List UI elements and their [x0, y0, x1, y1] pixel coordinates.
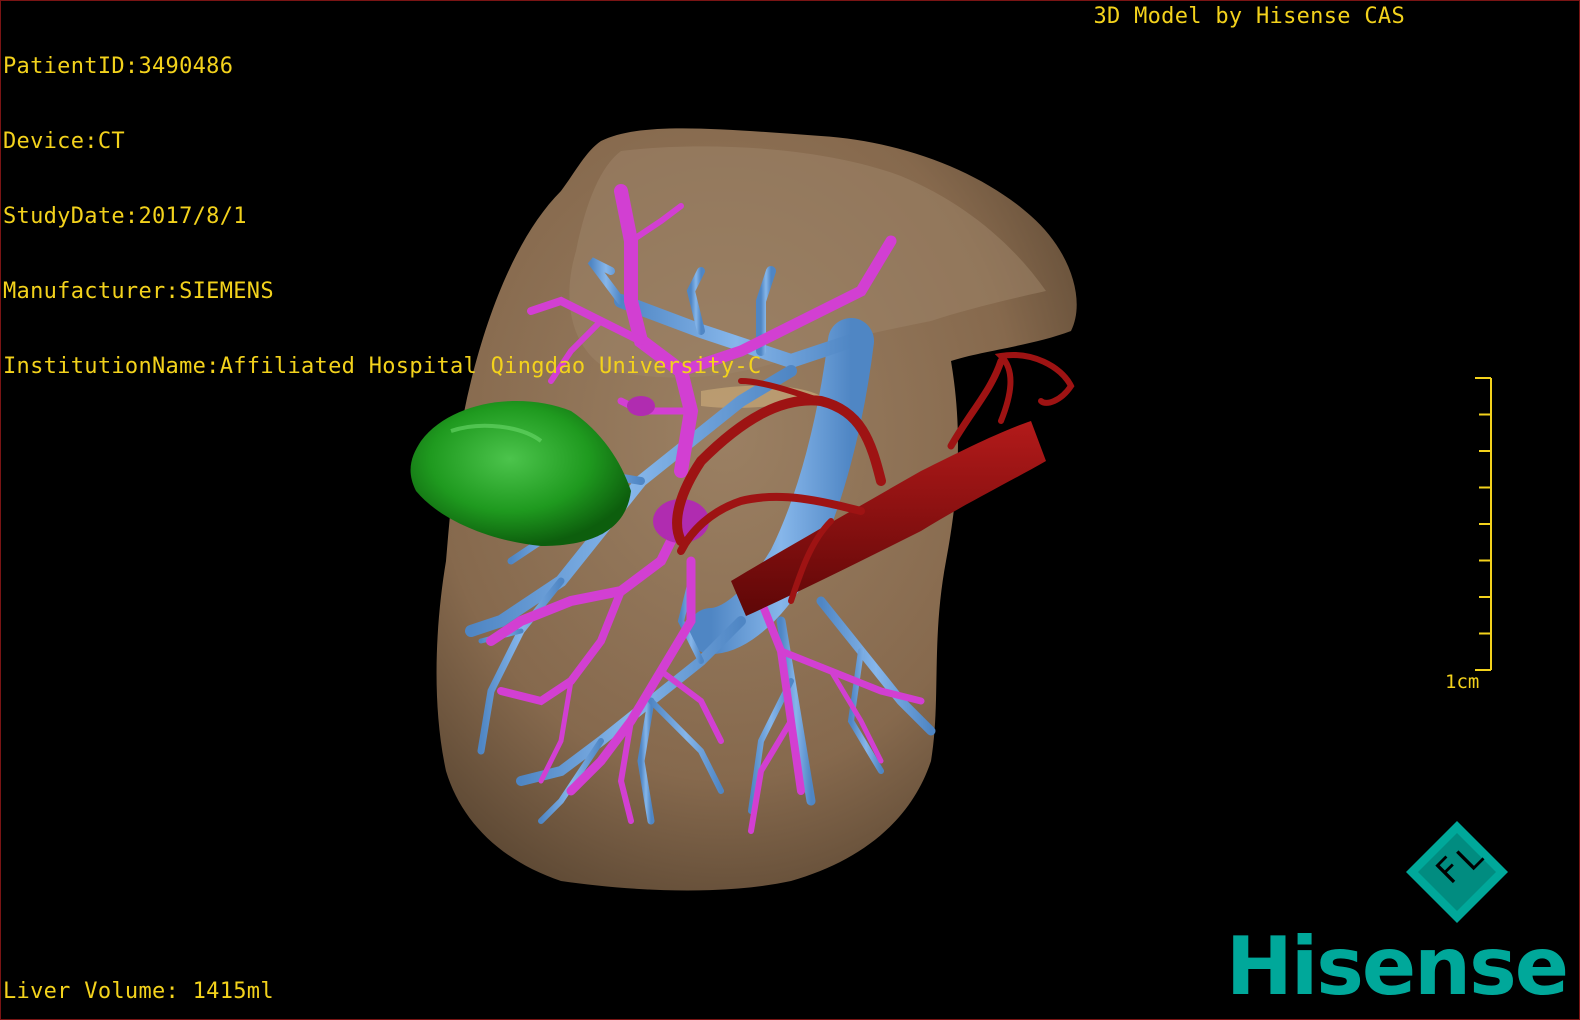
scale-label: 1cm — [1445, 671, 1480, 693]
device-label: Device:CT — [3, 129, 125, 154]
orientation-cube-icon[interactable]: F L — [1402, 817, 1512, 927]
manufacturer-label: Manufacturer:SIEMENS — [3, 279, 274, 304]
hisense-logo: Hisense — [1225, 920, 1569, 1013]
3d-viewport[interactable]: PatientID:3490486 Device:CT StudyDate:20… — [0, 0, 1580, 1020]
brand-area: F L Hisense — [1225, 817, 1569, 1013]
patient-id-label: PatientID:3490486 — [3, 54, 234, 79]
patient-info-block: PatientID:3490486 Device:CT StudyDate:20… — [3, 4, 762, 429]
institution-label: InstitutionName:Affiliated Hospital Qing… — [3, 354, 762, 379]
model-credit: 3D Model by Hisense CAS — [1093, 4, 1405, 29]
scale-bar — [1475, 377, 1492, 671]
study-date-label: StudyDate:2017/8/1 — [3, 204, 247, 229]
liver-volume-readout: Liver Volume: 1415ml — [3, 979, 274, 1004]
